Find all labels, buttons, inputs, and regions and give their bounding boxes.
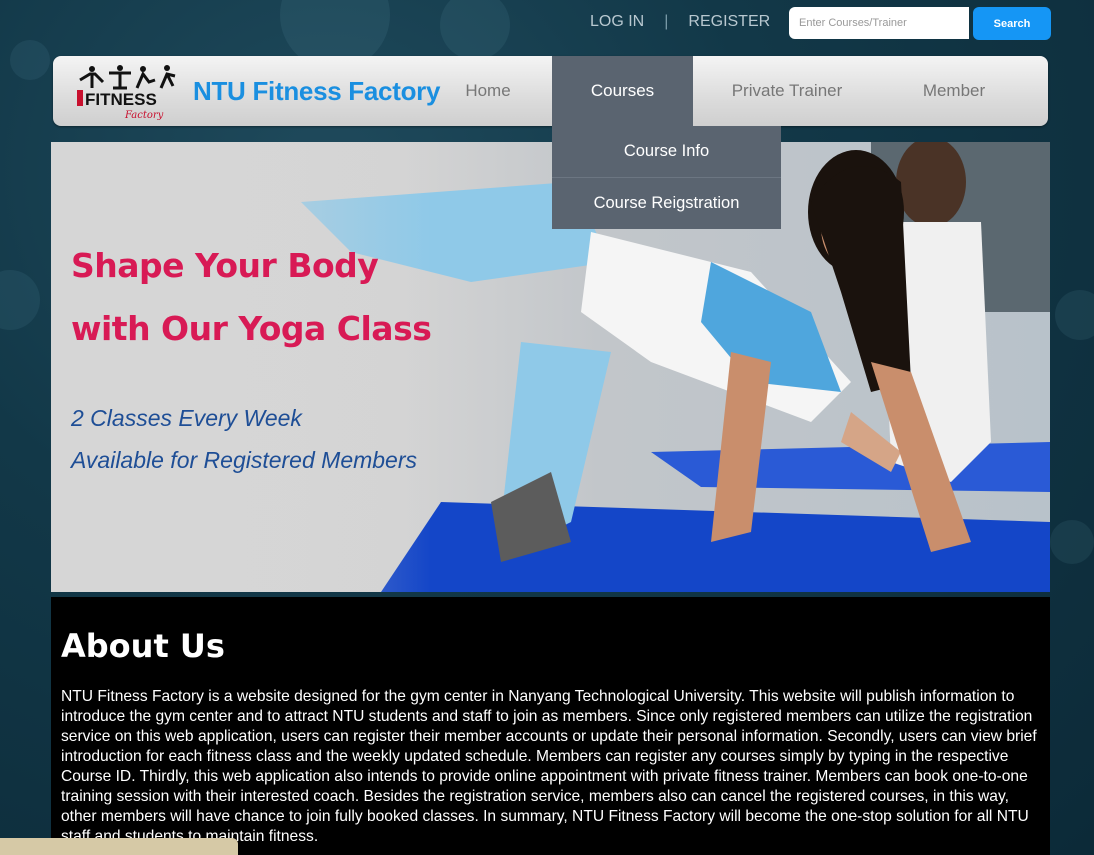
- nav-member[interactable]: Member: [903, 56, 1005, 126]
- menu-item-course-registration[interactable]: Course Reigstration: [552, 178, 781, 229]
- background-bokeh: [1055, 290, 1094, 340]
- nav-courses[interactable]: Courses: [552, 56, 693, 126]
- hero-title-line1: Shape Your Body: [71, 246, 379, 285]
- nav-private-trainer[interactable]: Private Trainer: [713, 56, 861, 126]
- link-separator: |: [664, 13, 669, 30]
- hero-title-line2: with Our Yoga Class: [71, 309, 432, 348]
- about-body: NTU Fitness Factory is a website designe…: [61, 688, 1037, 845]
- background-bokeh: [1050, 520, 1094, 564]
- about-heading: About Us: [61, 627, 225, 665]
- yoga-class-photo: [51, 142, 1050, 592]
- hero-subtitle-line2: Available for Registered Members: [71, 447, 418, 473]
- background-bokeh: [10, 40, 50, 80]
- horizontal-scrollbar[interactable]: [0, 838, 238, 855]
- background-bokeh: [0, 270, 40, 330]
- svg-text:FITNESS: FITNESS: [85, 90, 157, 109]
- main-navbar: FITNESS Factory NTU Fitness Factory Home…: [53, 56, 1048, 126]
- background-bokeh: [440, 0, 510, 60]
- menu-item-course-info[interactable]: Course Info: [552, 126, 781, 178]
- hero-subtitle-line1: 2 Classes Every Week: [71, 405, 302, 431]
- brand-name[interactable]: NTU Fitness Factory: [193, 76, 440, 107]
- courses-dropdown-menu: Course Info Course Reigstration: [552, 126, 781, 229]
- fitness-factory-logo[interactable]: FITNESS Factory: [75, 60, 183, 122]
- hero-banner: Shape Your Body with Our Yoga Class 2 Cl…: [51, 142, 1050, 592]
- search-button[interactable]: Search: [973, 7, 1051, 40]
- account-links: LOG IN | REGISTER: [590, 13, 770, 31]
- login-link[interactable]: LOG IN: [590, 13, 644, 31]
- register-link[interactable]: REGISTER: [688, 13, 770, 31]
- svg-text:Factory: Factory: [124, 110, 164, 121]
- nav-home[interactable]: Home: [448, 56, 528, 126]
- search-input[interactable]: [789, 7, 969, 39]
- about-section: About Us NTU Fitness Factory is a websit…: [51, 597, 1050, 855]
